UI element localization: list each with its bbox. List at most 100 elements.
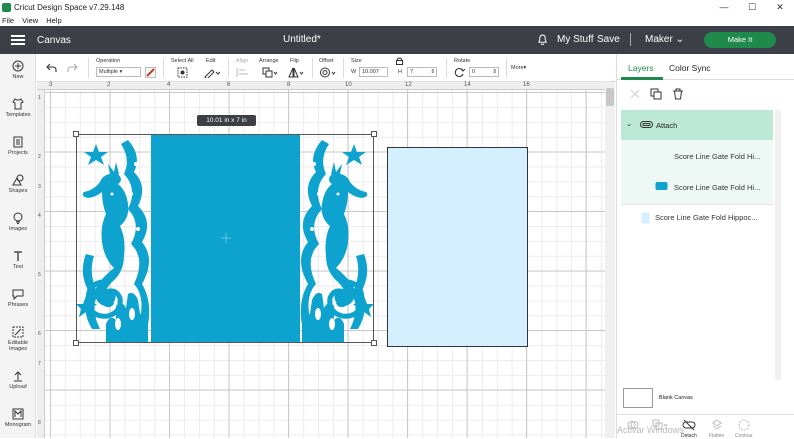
menu-help[interactable]: Help [46, 16, 61, 25]
blank-canvas-label: Blank Canvas [659, 395, 693, 401]
layers-scrollbar[interactable] [775, 110, 781, 380]
text-t-icon [14, 251, 22, 261]
undo-icon[interactable] [46, 63, 57, 73]
menu-bar: File View Help [0, 14, 794, 26]
height-label: H [398, 69, 402, 75]
canvas-scrollbar-thumb[interactable] [606, 88, 614, 106]
more-menu[interactable]: More▾ [511, 65, 526, 71]
ruler-tick: 14 [464, 82, 471, 88]
tool-images-label: Images [8, 226, 28, 232]
tool-upload[interactable]: Upload [0, 370, 36, 390]
left-toolbar: New Templates Projects Shapes Images Tex… [0, 54, 36, 438]
arrange-icon[interactable] [262, 67, 278, 78]
horizontal-ruler: 3 2 4 6 8 10 12 14 16 [37, 82, 605, 90]
canvas-scrollbar-track[interactable] [605, 82, 615, 438]
layer-item-label[interactable]: Score Line Gate Fold Hi... [674, 152, 760, 161]
contour-button[interactable]: Contour [735, 419, 753, 439]
close-button[interactable]: ✕ [766, 0, 794, 14]
operation-select[interactable]: Multiple ▾ [96, 67, 141, 77]
active-tab-indicator [621, 77, 663, 80]
flatten-label: Flatten [709, 433, 725, 439]
plus-circle-icon [12, 60, 24, 72]
attached-layers: Score Line Gate Fold Hi... Score Line Ga… [621, 140, 773, 204]
lightbulb-icon [13, 212, 23, 224]
flip-icon[interactable] [288, 67, 304, 78]
contour-label: Contour [735, 433, 753, 439]
size-label: Size [351, 58, 362, 64]
select-all-icon[interactable] [177, 67, 188, 78]
attach-group-row[interactable]: ⌄ Attach [621, 110, 773, 140]
resize-handle-top-left[interactable] [73, 131, 79, 137]
tool-images[interactable]: Images [0, 212, 36, 232]
attach-paperclip-icon [640, 121, 653, 128]
align-icon[interactable] [236, 67, 250, 78]
tool-editable-images[interactable]: Editable Images [0, 326, 36, 352]
flatten-button[interactable]: Flatten [709, 419, 724, 439]
width-input[interactable]: 10.007 [359, 67, 388, 77]
score-line-panel[interactable] [387, 147, 528, 347]
tool-phrases[interactable]: Phrases [0, 288, 36, 308]
resize-handle-bottom-right[interactable] [371, 340, 377, 346]
select-all-label: Select All [171, 58, 194, 64]
ruler-tick: 3 [49, 82, 53, 88]
lock-icon[interactable] [396, 57, 403, 65]
toolbar-divider [343, 58, 344, 78]
operation-label: Operation [96, 58, 121, 64]
rotate-icon[interactable] [454, 67, 465, 78]
my-stuff-link[interactable]: My Stuff [557, 34, 594, 45]
toolbar-divider [88, 58, 89, 78]
tool-text[interactable]: Text [0, 250, 36, 270]
shapes-icon [12, 174, 24, 186]
blank-canvas-swatch[interactable] [623, 388, 653, 408]
chevron-down-icon[interactable]: ⌄ [626, 119, 632, 128]
hamburger-menu-icon[interactable] [11, 35, 25, 45]
tool-shapes[interactable]: Shapes [0, 174, 36, 194]
arrange-label: Arrange [259, 58, 279, 64]
document-title[interactable]: Untitled* [283, 34, 321, 45]
edit-icon[interactable] [204, 67, 220, 78]
resize-handle-bottom-left[interactable] [73, 340, 79, 346]
machine-selector[interactable]: Maker ⌄ [645, 34, 684, 45]
tool-projects[interactable]: Projects [0, 136, 36, 156]
selection-bounding-box[interactable] [76, 134, 374, 343]
group-icon[interactable] [629, 88, 641, 100]
ruler-tick: 2 [38, 154, 41, 160]
tool-new[interactable]: New [0, 60, 36, 80]
edit-label: Edit [206, 58, 216, 64]
pen-color-icon[interactable] [145, 67, 156, 78]
tool-editable-images-label: Editable Images [8, 340, 28, 352]
menu-file[interactable]: File [2, 16, 14, 25]
minimize-button[interactable]: — [710, 0, 738, 14]
tab-layers[interactable]: Layers [628, 63, 654, 73]
contour-icon [738, 419, 750, 431]
resize-handle-top-right[interactable] [371, 131, 377, 137]
tool-templates-label: Templates [5, 112, 31, 118]
layers-tabs: Layers Color Sync [617, 54, 794, 80]
ruler-tick: 1 [38, 95, 41, 101]
stepper-arrows-icon[interactable]: ⇕ [492, 68, 498, 76]
save-button[interactable]: Save [597, 34, 620, 45]
toolbar-divider [506, 58, 507, 78]
tab-color-sync[interactable]: Color Sync [669, 63, 711, 73]
menu-view[interactable]: View [22, 16, 38, 25]
trash-icon[interactable] [672, 88, 684, 100]
duplicate-icon[interactable] [650, 88, 662, 100]
ruler-tick: 6 [38, 331, 41, 337]
rotate-input[interactable]: 0 ⇕ [469, 67, 499, 77]
tool-templates[interactable]: Templates [0, 98, 36, 118]
toolbar-divider [228, 58, 229, 78]
bell-icon[interactable] [537, 34, 548, 46]
ruler-tick: 4 [38, 213, 41, 219]
make-it-button[interactable]: Make It [704, 32, 776, 48]
ruler-tick: 12 [405, 82, 412, 88]
redo-icon[interactable] [67, 63, 78, 73]
maximize-button[interactable]: ☐ [738, 0, 766, 14]
canvas-label: Canvas [37, 34, 71, 46]
offset-icon[interactable] [320, 67, 336, 78]
stepper-arrows-icon[interactable]: ⇕ [430, 68, 436, 76]
height-input[interactable]: 7 ⇕ [407, 67, 437, 77]
ruler-tick: 4 [167, 82, 171, 88]
layer-item-label[interactable]: Score Line Gate Fold Hi... [674, 183, 760, 192]
tool-monogram[interactable]: Monogram [0, 408, 36, 428]
layer-item-label[interactable]: Score Line Gate Fold Hippoc... [655, 213, 758, 222]
